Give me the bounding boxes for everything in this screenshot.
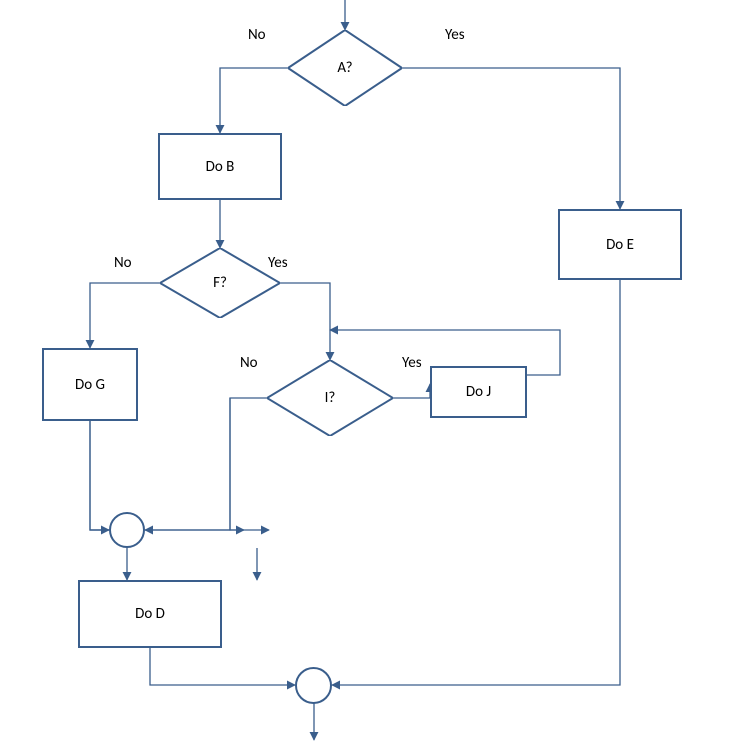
process-j-label: Do J (466, 383, 491, 401)
flowchart-canvas: { "nodes": { "A": { "label": "A?" }, "B"… (0, 0, 737, 752)
decision-i-label: I? (267, 360, 393, 436)
edge-f-yes-label: Yes (268, 254, 288, 272)
process-g-label: Do G (75, 376, 105, 394)
process-b: Do B (158, 133, 282, 200)
decision-i: I? (267, 360, 393, 436)
process-d: Do D (78, 580, 222, 648)
edge-f-no-label: No (114, 254, 132, 272)
decision-a: A? (288, 30, 402, 106)
merge-2 (295, 667, 332, 704)
edge-i-no-label: No (240, 354, 258, 372)
edge-i-yes-label: Yes (402, 354, 422, 372)
decision-f: F? (160, 248, 280, 318)
process-b-label: Do B (206, 158, 235, 176)
edge-a-no-label: No (248, 26, 266, 44)
decision-f-label: F? (160, 248, 280, 318)
process-e-label: Do E (606, 236, 634, 254)
process-j: Do J (430, 366, 527, 418)
process-d-label: Do D (135, 605, 165, 623)
process-e: Do E (558, 209, 682, 280)
merge-1 (109, 512, 145, 548)
decision-a-label: A? (288, 30, 402, 106)
edge-a-yes-label: Yes (445, 26, 465, 44)
process-g: Do G (42, 348, 138, 421)
